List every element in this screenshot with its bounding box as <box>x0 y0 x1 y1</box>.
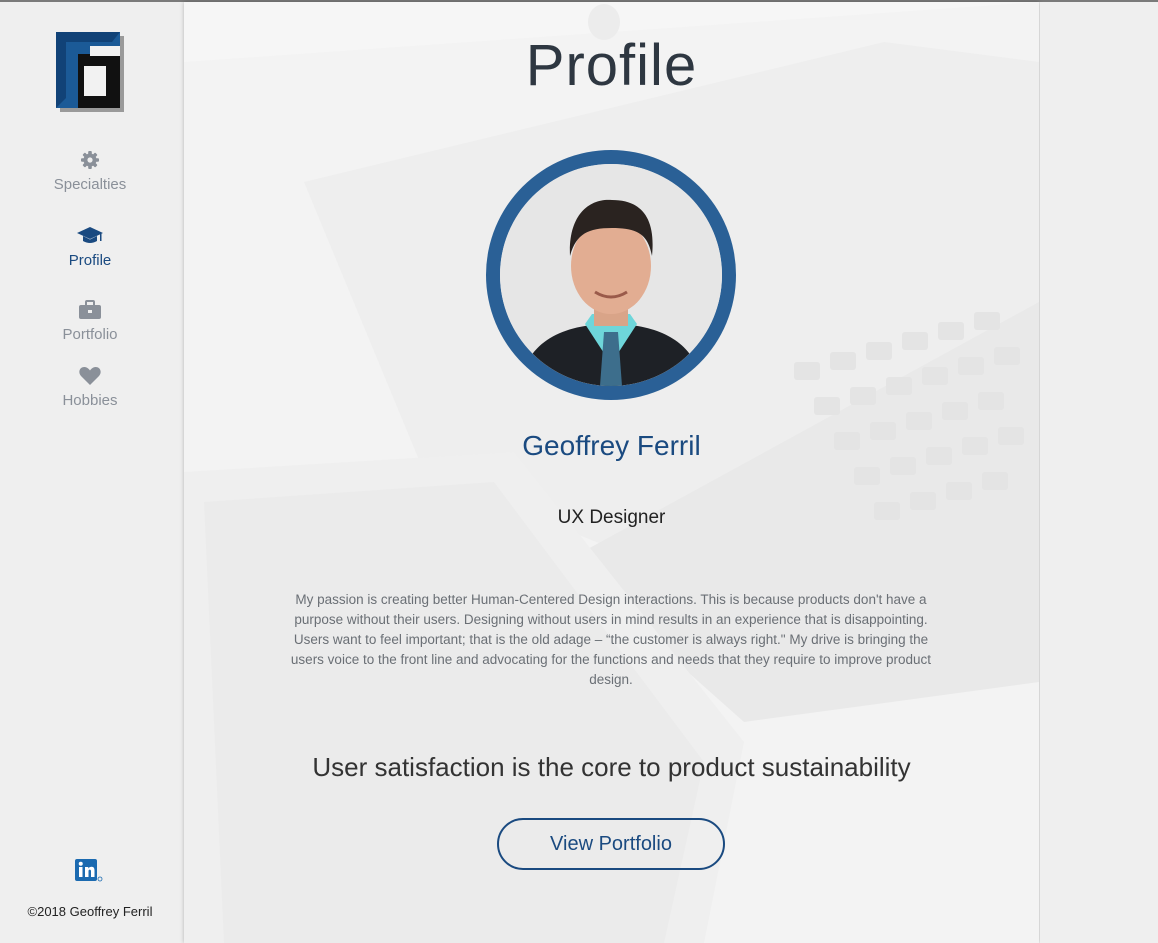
gear-icon <box>81 151 99 169</box>
background-image <box>184 2 1039 943</box>
sidebar-item-specialties[interactable]: Specialties <box>0 150 180 193</box>
tagline: User satisfaction is the core to product… <box>312 752 911 782</box>
logo[interactable] <box>56 32 124 112</box>
right-margin <box>1040 2 1158 943</box>
profile-name: Geoffrey Ferril <box>522 430 701 461</box>
heart-icon <box>79 367 101 385</box>
profile-role: UX Designer <box>557 507 666 528</box>
profile-photo <box>486 150 736 400</box>
main-panel: Profile Geoffrey Ferril UX Designer My p… <box>184 2 1039 943</box>
sidebar-item-portfolio[interactable]: Portfolio <box>0 300 180 343</box>
sidebar-item-profile[interactable]: Profile <box>0 226 180 269</box>
sidebar-item-label: Hobbies <box>62 392 118 409</box>
page-title: Profile <box>525 33 698 98</box>
sidebar-item-hobbies[interactable]: Hobbies <box>0 366 180 409</box>
briefcase-icon <box>79 300 101 319</box>
sidebar-item-label: Specialties <box>53 176 127 193</box>
sidebar: Specialties Profile Portfolio Hobbies ©2… <box>0 2 180 943</box>
profile-portrait <box>500 164 722 386</box>
copyright: ©2018 Geoffrey Ferril <box>27 904 153 919</box>
sidebar-item-label: Profile <box>68 252 112 269</box>
profile-bio: My passion is creating better Human-Cent… <box>290 592 932 687</box>
view-portfolio-button[interactable]: View Portfolio <box>497 818 725 870</box>
sidebar-item-label: Portfolio <box>62 326 118 343</box>
graduation-cap-icon <box>77 227 103 243</box>
linkedin-icon[interactable] <box>75 859 103 885</box>
